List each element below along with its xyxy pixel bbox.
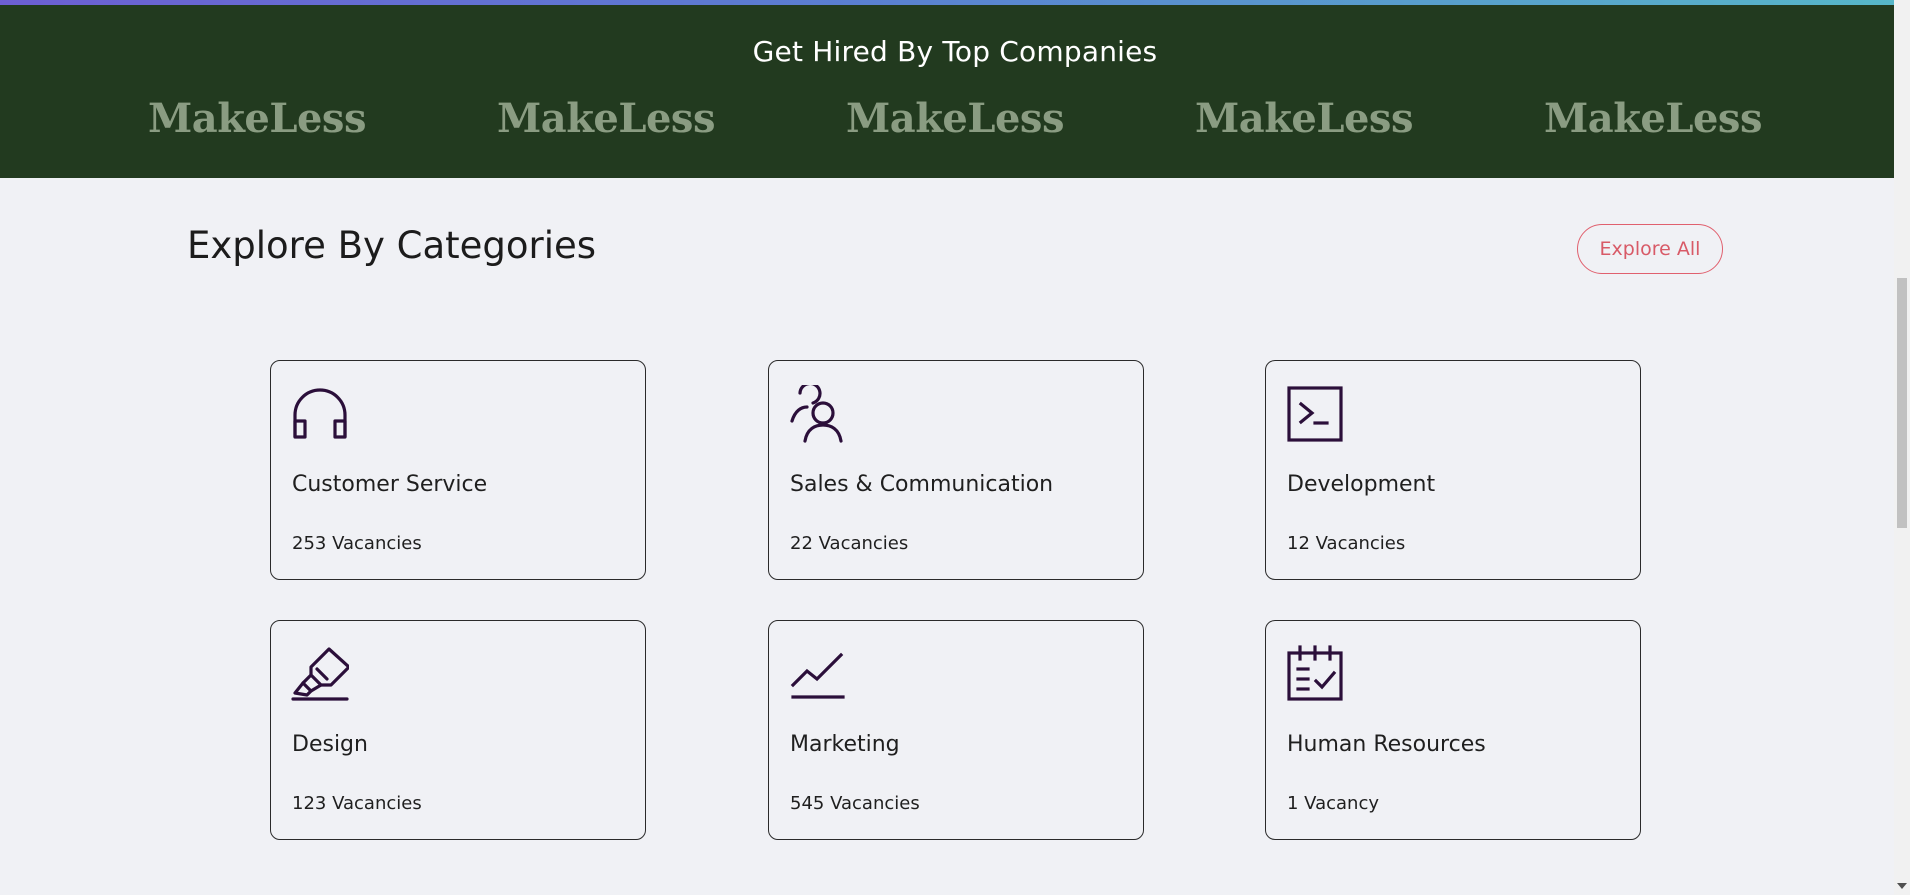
vacancy-count: 253 Vacancies	[292, 533, 422, 554]
vacancy-count: 22 Vacancies	[790, 533, 909, 554]
vacancy-count: 545 Vacancies	[790, 793, 920, 814]
highlighter-icon	[291, 645, 349, 703]
category-name: Design	[292, 732, 368, 757]
category-name: Marketing	[790, 732, 900, 757]
headphones-icon	[291, 385, 349, 443]
explore-all-button[interactable]: Explore All	[1577, 224, 1723, 274]
category-name: Sales & Communication	[790, 472, 1054, 497]
section-title: Explore By Categories	[187, 224, 597, 267]
category-card-customer-service[interactable]: Customer Service 253 Vacancies	[270, 360, 646, 580]
company-logo: MakeLess	[497, 95, 715, 142]
terminal-icon	[1286, 385, 1344, 443]
company-logo: MakeLess	[1544, 95, 1762, 142]
scrollbar[interactable]	[1894, 0, 1910, 895]
calendar-check-icon	[1286, 645, 1344, 703]
vacancy-count: 12 Vacancies	[1287, 533, 1406, 554]
page: Get Hired By Top Companies MakeLess Make…	[0, 0, 1910, 895]
scroll-down-arrow-icon[interactable]	[1897, 883, 1907, 889]
category-name: Development	[1287, 472, 1436, 497]
trend-line-icon	[789, 645, 847, 703]
users-icon	[789, 385, 847, 443]
category-name: Human Resources	[1287, 732, 1486, 757]
vacancy-count: 123 Vacancies	[292, 793, 422, 814]
companies-banner: Get Hired By Top Companies MakeLess Make…	[0, 5, 1894, 178]
banner-title: Get Hired By Top Companies	[752, 35, 1158, 68]
category-card-sales-communication[interactable]: Sales & Communication 22 Vacancies	[768, 360, 1144, 580]
category-card-marketing[interactable]: Marketing 545 Vacancies	[768, 620, 1144, 840]
scrollbar-thumb[interactable]	[1897, 278, 1907, 528]
category-name: Customer Service	[292, 472, 488, 497]
category-card-development[interactable]: Development 12 Vacancies	[1265, 360, 1641, 580]
company-logo: MakeLess	[1195, 95, 1413, 142]
company-logo: MakeLess	[846, 95, 1064, 142]
vacancy-count: 1 Vacancy	[1287, 793, 1380, 814]
category-card-human-resources[interactable]: Human Resources 1 Vacancy	[1265, 620, 1641, 840]
category-card-design[interactable]: Design 123 Vacancies	[270, 620, 646, 840]
company-logo: MakeLess	[148, 95, 366, 142]
